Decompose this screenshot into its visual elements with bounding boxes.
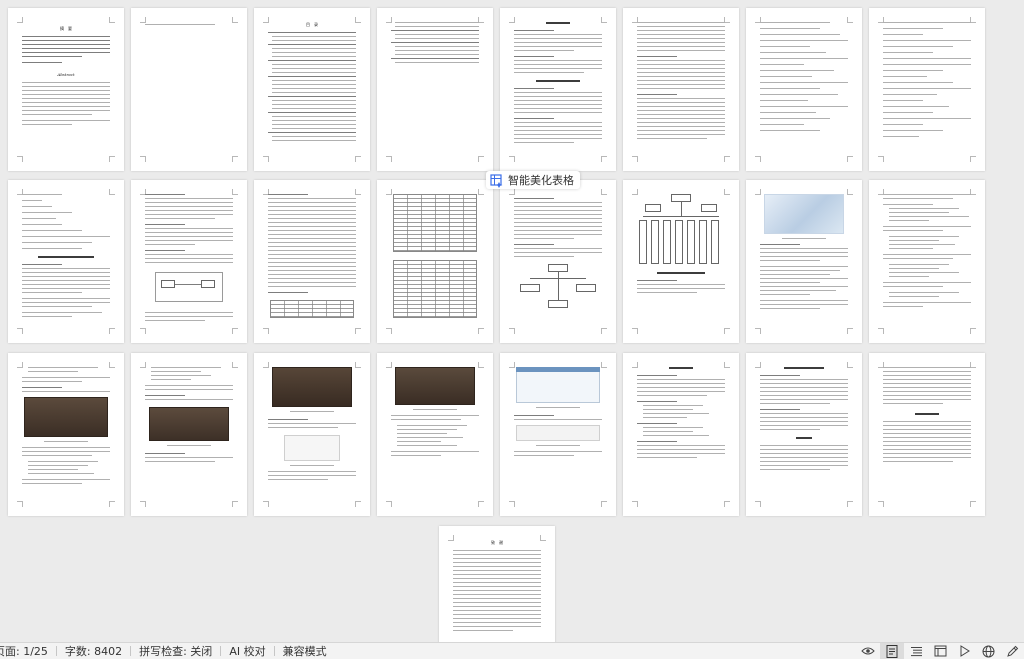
page-subheading: Abstract (57, 72, 75, 77)
pen-icon[interactable] (1000, 643, 1024, 659)
page-thumbnail[interactable] (746, 8, 862, 171)
page-thumbnail[interactable]: 摘 要 Abstract (8, 8, 124, 171)
page-thumbnail[interactable]: 目 录 (254, 8, 370, 171)
page-thumbnail[interactable] (500, 180, 616, 343)
eye-icon[interactable] (856, 643, 880, 659)
page-thumbnail[interactable] (623, 353, 739, 516)
globe-icon[interactable] (976, 643, 1000, 659)
outline-view-icon[interactable] (904, 643, 928, 659)
page-thumbnail[interactable] (131, 180, 247, 343)
page-thumbnail[interactable] (254, 180, 370, 343)
status-bar: 页面: 1/25 字数: 8402 拼写检查: 关闭 AI 校对 兼容模式 (0, 642, 1024, 659)
page-thumbnail[interactable] (377, 8, 493, 171)
page-thumbnail[interactable] (500, 353, 616, 516)
page-thumbnail[interactable]: 致 谢 (439, 526, 555, 642)
web-layout-icon[interactable] (928, 643, 952, 659)
page-indicator[interactable]: 页面: 1/25 (0, 643, 56, 659)
page-heading: 目 录 (306, 22, 318, 27)
page-thumbnail[interactable] (623, 8, 739, 171)
smart-table-label: 智能美化表格 (508, 174, 574, 187)
page-thumbnail[interactable] (254, 353, 370, 516)
page-thumbnail[interactable] (869, 8, 985, 171)
page-thumbnail[interactable] (131, 8, 247, 171)
page-thumbnail[interactable] (377, 353, 493, 516)
document-canvas[interactable]: 摘 要 Abstract 目 录 致 谢 智能美化表格 (0, 0, 1024, 642)
page-thumbnail[interactable] (8, 353, 124, 516)
play-icon[interactable] (952, 643, 976, 659)
page-heading: 致 谢 (491, 540, 503, 545)
page-thumbnail[interactable] (8, 180, 124, 343)
page-thumbnail[interactable] (377, 180, 493, 343)
page-thumbnail[interactable] (623, 180, 739, 343)
page-thumbnail[interactable] (746, 353, 862, 516)
page-thumbnail[interactable] (869, 353, 985, 516)
page-heading: 摘 要 (60, 26, 72, 31)
word-count[interactable]: 字数: 8402 (57, 643, 130, 659)
ai-proofread-button[interactable]: AI 校对 (221, 643, 273, 659)
smart-table-toolbar[interactable]: 智能美化表格 (486, 171, 580, 189)
page-thumbnail[interactable] (500, 8, 616, 171)
page-thumbnail[interactable] (131, 353, 247, 516)
page-thumbnail[interactable] (746, 180, 862, 343)
compat-mode-label: 兼容模式 (282, 645, 327, 658)
page-view-icon[interactable] (880, 643, 904, 659)
smart-table-icon (490, 173, 504, 188)
page-thumbnail[interactable] (869, 180, 985, 343)
spell-check-toggle[interactable]: 拼写检查: 关闭 (131, 643, 220, 659)
